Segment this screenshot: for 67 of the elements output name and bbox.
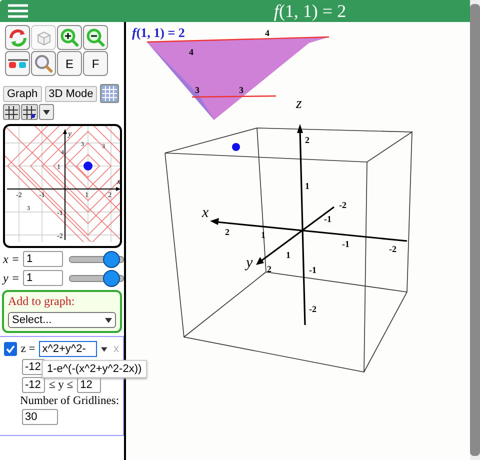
menu-icon[interactable] (8, 2, 30, 20)
caret-icon (43, 110, 50, 114)
cube-icon (34, 28, 52, 46)
toolbar-button[interactable] (83, 25, 108, 50)
axis-label: x (202, 205, 209, 221)
level-label: 4 (189, 47, 194, 57)
slider[interactable] (69, 270, 124, 286)
checkbox[interactable] (4, 342, 17, 356)
tile-grid-button[interactable] (100, 84, 120, 103)
tick-label: -2 (389, 244, 396, 254)
tick-label: -2 (339, 200, 346, 210)
tick-label: 1 (305, 181, 310, 191)
value-field[interactable]: 1 (23, 251, 64, 267)
chevron-icon (105, 318, 112, 322)
slider-label: y = (3, 270, 20, 286)
tick-label: 2 (267, 264, 272, 274)
tick-label: 1 (286, 250, 290, 260)
gridlines-field[interactable]: 30 (22, 409, 58, 425)
toolbar-button[interactable] (57, 25, 82, 50)
level-label: 3 (195, 85, 200, 95)
rotate-arrows-icon (8, 28, 28, 48)
tick-label: 2 (305, 135, 310, 145)
toolbar-button[interactable]: F (83, 51, 108, 76)
level-label: 4 (265, 28, 270, 38)
range-field[interactable]: 12 (77, 377, 102, 393)
point-marker (232, 143, 240, 151)
axis-label: z (296, 96, 302, 112)
dropdown-button[interactable] (39, 104, 54, 120)
toolbar-button[interactable] (5, 25, 30, 50)
slider[interactable] (69, 251, 124, 267)
grid-button[interactable] (3, 104, 20, 120)
tick-label: -1 (342, 239, 350, 249)
tick-label: -1 (309, 265, 316, 275)
toolbar-button[interactable] (31, 51, 56, 76)
range-field[interactable]: -12 (22, 377, 45, 393)
zoom-in-icon (60, 28, 80, 48)
axis-label: y (68, 129, 72, 138)
grid-icon (5, 106, 18, 118)
toolbar-button[interactable]: E (57, 51, 82, 76)
page-title: f(1, 1) = 2 (272, 0, 348, 22)
caret-icon (101, 346, 108, 352)
grid-point-button[interactable] (21, 104, 38, 120)
value-label: f(1, 1) = 2 (132, 25, 185, 41)
toolbar-button[interactable] (5, 51, 30, 76)
magnifier-icon (34, 54, 54, 74)
level-label: 3 (239, 85, 244, 95)
range-relation: ≤ y ≤ (49, 379, 74, 391)
equation-label: z = (20, 343, 36, 355)
function-input[interactable]: x^2+y^2- (39, 341, 98, 357)
axis-label: y (246, 255, 253, 271)
tick-label: -1 (324, 214, 332, 224)
add-label: Add to graph: (8, 294, 76, 309)
slider-thumb[interactable] (103, 270, 120, 287)
3d-glasses-icon (6, 56, 28, 70)
gridlines-label: Number of Gridlines: (20, 395, 120, 407)
zoom-out-icon (86, 28, 106, 48)
mode-button[interactable]: 3D Mode (44, 86, 98, 102)
suggestion-tooltip[interactable]: 1-e^(-(x^2+y^2-2x)) (42, 360, 147, 378)
value-field[interactable]: 1 (23, 270, 64, 286)
slider-label: x = (3, 252, 20, 266)
mode-button[interactable]: Graph (3, 86, 42, 102)
tick-label: 2 (225, 227, 230, 237)
point-marker (84, 162, 92, 170)
select-dropdown[interactable]: Select... (8, 312, 116, 328)
slider-thumb[interactable] (103, 251, 120, 268)
grid-point-icon (23, 106, 36, 118)
tick-label: -2 (309, 304, 316, 314)
